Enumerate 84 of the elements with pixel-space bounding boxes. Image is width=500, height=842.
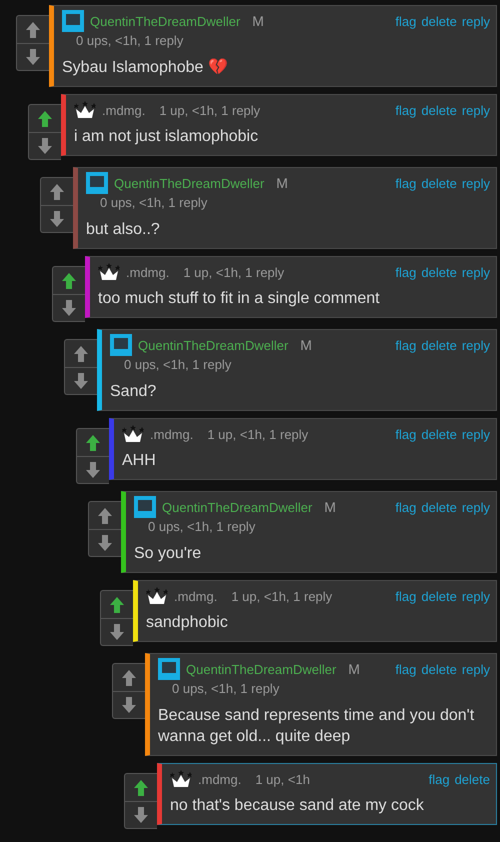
author-name[interactable]: .mdmg. [150, 426, 194, 442]
action-link[interactable]: delete [421, 500, 457, 514]
comment-text: Sand? [110, 382, 156, 402]
comment-meta: 1 up, <1h, 1 reply [231, 588, 332, 604]
comment-meta: 1 up, <1h [255, 772, 310, 786]
down-arrow-icon [25, 48, 41, 66]
action-link[interactable]: delete [421, 102, 457, 118]
down-arrow-icon [85, 461, 101, 479]
action-link[interactable]: reply [462, 338, 490, 352]
action-link[interactable]: delete [421, 14, 457, 28]
author-name[interactable]: QuentinTheDreamDweller [162, 500, 312, 514]
action-link[interactable]: flag [395, 264, 416, 280]
comment-meta: 0 ups, <1h, 1 reply [76, 33, 184, 50]
down-arrow-icon [133, 806, 149, 824]
author-name[interactable]: QuentinTheDreamDweller [138, 338, 288, 352]
down-arrow-icon [37, 137, 53, 155]
author-name[interactable]: QuentinTheDreamDweller [186, 662, 336, 676]
mod-label: M [324, 499, 336, 515]
comment-meta: 0 ups, <1h, 1 reply [148, 519, 256, 536]
comment-meta: 0 ups, <1h, 1 reply [172, 681, 280, 698]
author-name[interactable]: .mdmg. [102, 102, 146, 118]
author-name[interactable]: .mdmg. [198, 772, 242, 786]
crown-icon [146, 587, 168, 605]
crown-icon [122, 425, 144, 443]
action-link[interactable]: reply [462, 426, 490, 442]
action-link[interactable]: delete [421, 588, 457, 604]
avatar-icon [86, 172, 108, 194]
comment-meta: 1 up, <1h, 1 reply [159, 102, 260, 118]
comment-text: no that's because sand ate my cock [170, 796, 424, 816]
action-link[interactable]: reply [462, 264, 490, 280]
action-link[interactable]: flag [395, 426, 416, 442]
down-arrow-icon [73, 372, 89, 390]
action-link[interactable]: flag [395, 102, 416, 118]
action-link[interactable]: flag [395, 588, 416, 604]
avatar-icon [134, 496, 156, 518]
comment-text: but also..? [86, 220, 160, 240]
comment-meta: 0 ups, <1h, 1 reply [124, 357, 232, 374]
action-link[interactable]: reply [462, 500, 490, 514]
action-link[interactable]: delete [421, 338, 457, 352]
action-link[interactable]: flag [395, 14, 416, 28]
comment-meta: 0 ups, <1h, 1 reply [100, 195, 208, 212]
comment-text: Sybau Islamophobe 💔 [62, 58, 228, 78]
action-link[interactable]: delete [421, 426, 457, 442]
comment-text: So you're [134, 544, 202, 564]
mod-label: M [348, 661, 360, 677]
action-link[interactable]: flag [395, 500, 416, 514]
action-link[interactable]: flag [395, 338, 416, 352]
down-arrow-icon [121, 696, 137, 714]
mod-label: M [300, 337, 312, 353]
author-name[interactable]: .mdmg. [174, 588, 218, 604]
action-link[interactable]: delete [421, 176, 457, 190]
action-link[interactable]: reply [462, 102, 490, 118]
action-link[interactable]: reply [462, 176, 490, 190]
action-link[interactable]: reply [462, 662, 490, 676]
comment-text: sandphobic [146, 613, 228, 633]
action-link[interactable]: delete [421, 662, 457, 676]
author-name[interactable]: .mdmg. [126, 264, 170, 280]
down-arrow-icon [97, 534, 113, 552]
down-arrow-icon [109, 623, 125, 641]
crown-icon [74, 101, 96, 119]
down-arrow-icon [61, 299, 77, 317]
down-arrow-icon [49, 210, 65, 228]
comment-meta: 1 up, <1h, 1 reply [183, 264, 284, 280]
avatar-icon [110, 334, 132, 356]
crown-icon [98, 263, 120, 281]
author-name[interactable]: QuentinTheDreamDweller [114, 176, 264, 190]
mod-label: M [276, 175, 288, 191]
crown-icon [170, 770, 192, 788]
action-link[interactable]: flag [395, 176, 416, 190]
avatar-icon [62, 10, 84, 32]
comment-text: AHH [122, 451, 156, 471]
action-link[interactable]: reply [462, 14, 490, 28]
action-link[interactable]: flag [395, 662, 416, 676]
author-name[interactable]: QuentinTheDreamDweller [90, 14, 240, 28]
mod-label: M [252, 13, 264, 29]
comment-text: i am not just islamophobic [74, 127, 258, 147]
comment-text: too much stuff to fit in a single comment [98, 289, 380, 309]
action-link[interactable]: delete [454, 772, 490, 786]
comment-text: Because sand represents time and you don't wanna get old... quite deep [158, 706, 476, 747]
action-link[interactable]: flag [428, 772, 450, 786]
action-link[interactable]: reply [462, 588, 490, 604]
comment-meta: 1 up, <1h, 1 reply [207, 426, 308, 442]
action-link[interactable]: delete [421, 264, 457, 280]
avatar-icon [158, 658, 180, 680]
